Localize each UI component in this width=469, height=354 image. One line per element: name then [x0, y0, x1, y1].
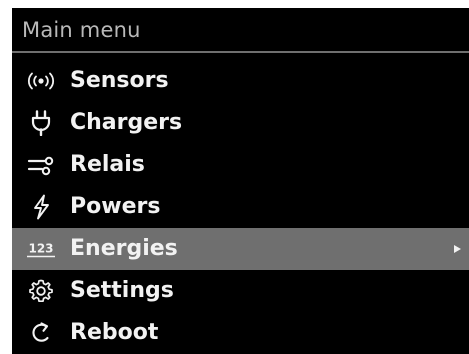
menu-item-label: Energies: [70, 235, 178, 261]
menu-item-label: Relais: [70, 151, 145, 177]
numbers-123-icon: 123: [12, 228, 70, 270]
menu-item-label: Powers: [70, 193, 161, 219]
menu-item-powers[interactable]: Powers: [12, 186, 469, 228]
menu-item-chargers[interactable]: Chargers: [12, 102, 469, 144]
menu-item-relais[interactable]: Relais: [12, 144, 469, 186]
plug-icon: [12, 102, 70, 144]
menu-item-reboot[interactable]: Reboot: [12, 312, 469, 354]
menu-item-label: Reboot: [70, 319, 159, 345]
menu-item-settings[interactable]: Settings: [12, 270, 469, 312]
gear-icon: [12, 270, 70, 312]
menu-title: Main menu: [12, 8, 469, 51]
lightning-icon: [12, 186, 70, 228]
menu-item-sensors[interactable]: Sensors: [12, 60, 469, 102]
submenu-arrow-icon: [454, 245, 461, 253]
menu-title-text: Main menu: [22, 17, 141, 42]
main-menu-list: Sensors Chargers Relais Powers 123 Energ…: [12, 53, 469, 354]
device-screen: Main menu Sensors Chargers Relais Powers…: [12, 8, 469, 354]
relay-switch-icon: [12, 144, 70, 186]
menu-item-energies[interactable]: 123 Energies: [12, 228, 469, 270]
menu-item-label: Sensors: [70, 67, 169, 93]
menu-item-label: Chargers: [70, 109, 183, 135]
menu-item-label: Settings: [70, 277, 174, 303]
reboot-icon: [12, 312, 70, 354]
svg-text:123: 123: [28, 242, 53, 256]
sensor-signal-icon: [12, 60, 70, 102]
